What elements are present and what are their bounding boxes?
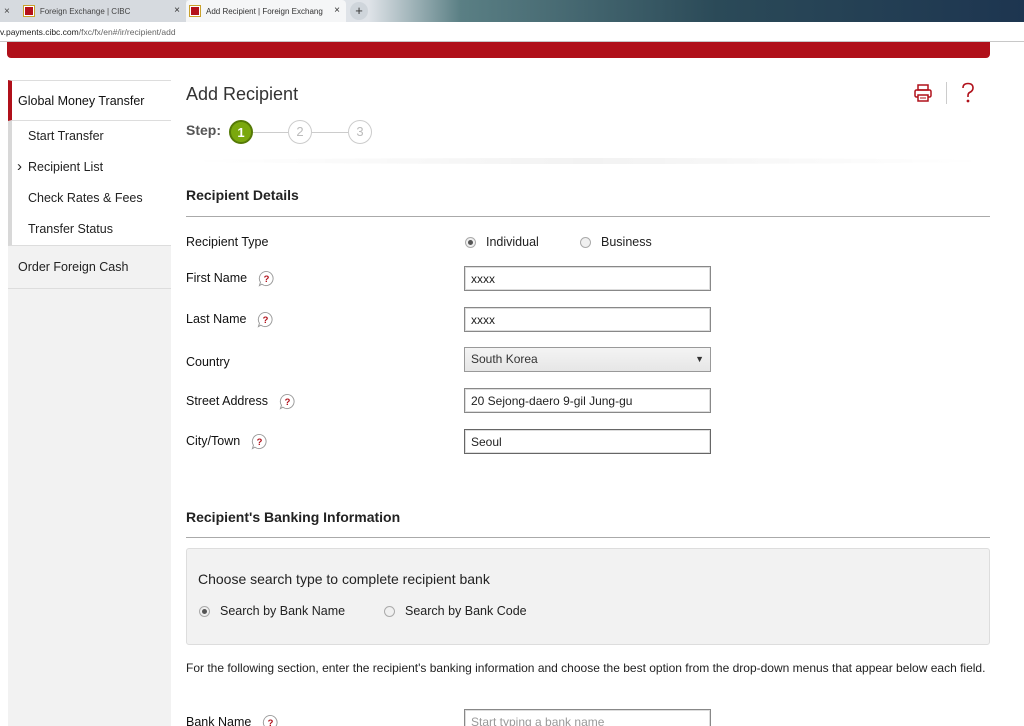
sidebar-item-transfer-status[interactable]: Transfer Status — [12, 214, 171, 245]
section-title-recipient-details: Recipient Details — [186, 187, 299, 203]
label-text: Recipient Type — [186, 235, 269, 249]
svg-text:?: ? — [263, 314, 269, 325]
header-shadow-divider — [186, 158, 990, 164]
browser-tab-bar: × Foreign Exchange | CIBC × Add Recipien… — [0, 0, 1024, 22]
browser-tab-active[interactable]: Add Recipient | Foreign Exchang × — [186, 0, 346, 22]
country-select[interactable]: South Korea ▼ — [464, 347, 711, 372]
page-tools — [913, 82, 976, 104]
step-3-indicator: 3 — [348, 120, 372, 144]
radio-search-by-bank-name[interactable]: Search by Bank Name — [199, 604, 345, 618]
recipient-type-label: Recipient Type — [186, 235, 268, 249]
label-text: City/Town — [186, 434, 241, 448]
step-2-indicator: 2 — [288, 120, 312, 144]
brand-header-bar — [7, 42, 990, 58]
radio-button[interactable] — [384, 605, 395, 617]
bank-name-label: Bank Name ? — [186, 712, 279, 726]
step-1-indicator: 1 — [229, 120, 253, 144]
street-address-label: Street Address ? — [186, 391, 296, 411]
cibc-favicon-icon — [23, 6, 34, 16]
print-icon[interactable] — [913, 83, 933, 103]
city-town-label: City/Town ? — [186, 431, 268, 451]
section-divider — [186, 216, 990, 217]
label-text: Bank Name — [186, 715, 252, 726]
sidebar-submenu: Start Transfer Recipient List Check Rate… — [8, 121, 171, 246]
svg-text:?: ? — [268, 717, 274, 726]
tab-label: Add Recipient | Foreign Exchang — [206, 6, 323, 16]
sidebar-item-recipient-list[interactable]: Recipient List — [12, 151, 171, 183]
close-icon[interactable]: × — [4, 6, 10, 17]
sidebar-nav: Global Money Transfer Start Transfer Rec… — [8, 80, 171, 289]
help-bubble-icon[interactable]: ? — [257, 311, 274, 328]
sidebar-background — [8, 288, 171, 726]
radio-label: Search by Bank Name — [220, 604, 346, 618]
svg-text:?: ? — [285, 396, 291, 407]
radio-search-by-bank-code[interactable]: Search by Bank Code — [384, 604, 527, 618]
help-bubble-icon[interactable]: ? — [251, 433, 268, 450]
radio-label: Individual — [486, 235, 539, 249]
label-text: Last Name — [186, 312, 247, 326]
sidebar-header-global-money-transfer[interactable]: Global Money Transfer — [8, 80, 171, 121]
address-bar[interactable]: v.payments.cibc.com/fxc/fx/en#/ir/recipi… — [0, 22, 1024, 42]
bank-search-type-panel: Choose search type to complete recipient… — [186, 548, 990, 645]
last-name-label: Last Name ? — [186, 309, 274, 329]
label-text: Country — [186, 355, 230, 369]
svg-text:?: ? — [257, 436, 263, 447]
radio-label: Search by Bank Code — [405, 604, 527, 618]
section-divider — [186, 537, 990, 538]
radio-button-checked[interactable] — [199, 605, 210, 617]
svg-text:?: ? — [264, 273, 270, 284]
city-town-input[interactable] — [464, 429, 711, 454]
last-name-input[interactable] — [464, 307, 711, 332]
section-title-banking-info: Recipient's Banking Information — [186, 509, 401, 525]
tab-label: Foreign Exchange | CIBC — [39, 6, 131, 16]
first-name-input[interactable] — [464, 266, 711, 291]
step-connector — [312, 132, 348, 133]
radio-button[interactable] — [580, 236, 591, 248]
sidebar-item-order-foreign-cash[interactable]: Order Foreign Cash — [8, 246, 171, 289]
url-path: /fxc/fx/en#/ir/recipient/add — [78, 27, 176, 37]
help-bubble-icon[interactable]: ? — [258, 270, 275, 287]
browser-tab[interactable]: × Foreign Exchange | CIBC × — [0, 0, 186, 22]
label-text: First Name — [186, 271, 248, 285]
toolbar-divider — [946, 82, 947, 104]
close-icon[interactable]: × — [174, 5, 180, 16]
help-bubble-icon[interactable]: ? — [262, 714, 279, 726]
url-host: v.payments.cibc.com — [0, 27, 79, 37]
dropdown-arrow-icon: ▼ — [695, 354, 704, 364]
country-label: Country — [186, 355, 230, 369]
close-icon[interactable]: × — [334, 5, 340, 16]
page-title: Add Recipient — [186, 84, 299, 104]
help-question-icon[interactable] — [960, 82, 976, 104]
cibc-favicon-icon — [190, 6, 200, 16]
help-bubble-icon[interactable]: ? — [279, 393, 296, 410]
radio-individual[interactable]: Individual — [465, 235, 539, 249]
country-selected-value: South Korea — [471, 352, 538, 366]
sidebar-item-check-rates[interactable]: Check Rates & Fees — [12, 183, 171, 214]
new-tab-plus-icon[interactable]: + — [350, 2, 368, 20]
label-text: Street Address — [186, 394, 268, 408]
bank-search-title: Choose search type to complete recipient… — [198, 571, 490, 587]
sidebar-item-start-transfer[interactable]: Start Transfer — [12, 121, 171, 152]
radio-business[interactable]: Business — [580, 235, 652, 249]
radio-button-checked[interactable] — [465, 236, 476, 248]
first-name-label: First Name ? — [186, 268, 275, 288]
step-connector — [253, 132, 288, 133]
street-address-input[interactable] — [464, 388, 711, 413]
banking-instructions-text: For the following section, enter the rec… — [186, 661, 986, 675]
radio-label: Business — [601, 235, 652, 249]
bank-name-input[interactable] — [464, 709, 711, 726]
step-label: Step: — [186, 122, 221, 138]
